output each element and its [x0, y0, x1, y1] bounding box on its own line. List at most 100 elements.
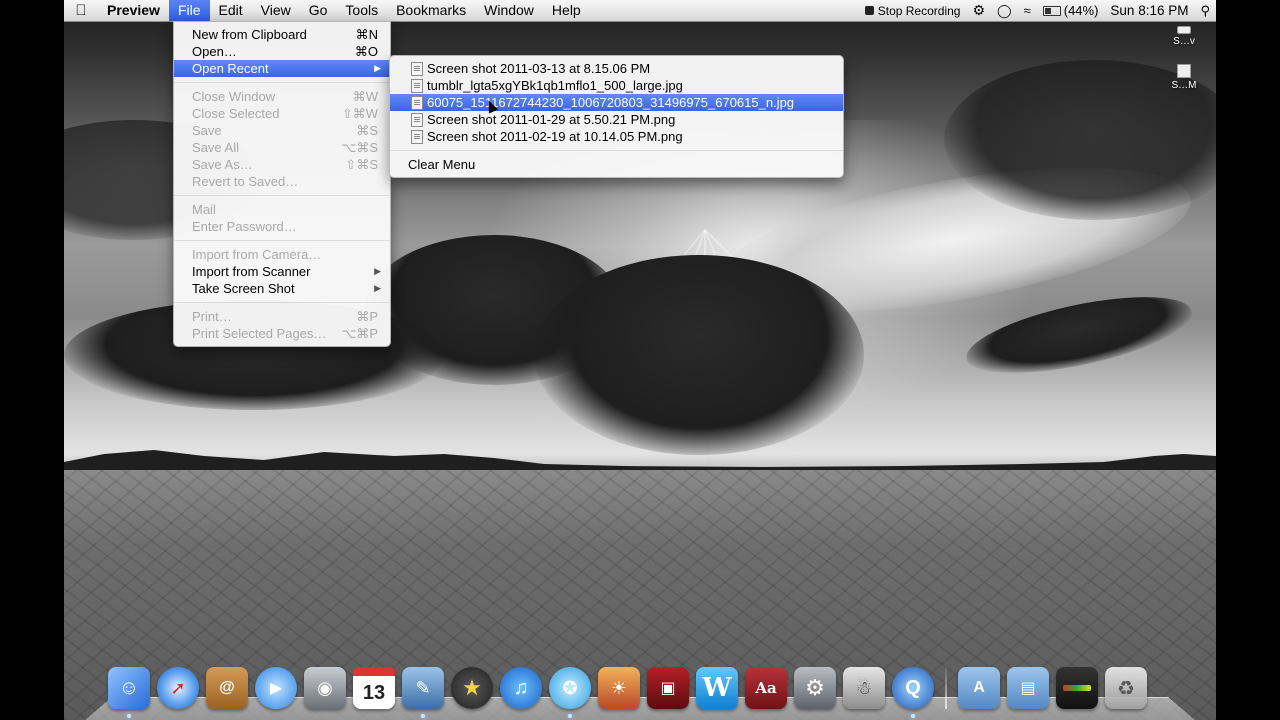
safari-icon[interactable]: ➚ — [157, 667, 199, 709]
desktop-icon-label: S…v — [1173, 36, 1195, 47]
stop-square-icon — [864, 6, 874, 15]
recent-item[interactable]: Screen shot 2011-01-29 at 5.50.21 PM.png — [390, 111, 843, 128]
recent-item[interactable]: tumblr_lgta5xgYBk1qb1mflo1_500_large.jpg — [390, 77, 843, 94]
menu-separator — [174, 195, 390, 196]
menu-item-label: Revert to Saved… — [192, 174, 299, 189]
apple-menu-icon[interactable]:  — [64, 0, 98, 21]
menu-help[interactable]: Help — [543, 0, 590, 21]
wallpaper-cloud — [534, 255, 864, 455]
imovie-icon[interactable]: ★ — [451, 667, 493, 709]
word-icon[interactable]: W — [696, 667, 738, 709]
menu-item-label: Save All — [192, 140, 239, 155]
word-glyph: W — [702, 673, 732, 703]
itunes-icon[interactable]: ♫ — [500, 667, 542, 709]
screen-recorder-icon[interactable]: ✪ — [549, 667, 591, 718]
menu-item-import-scanner[interactable]: Import from Scanner ▶ — [174, 263, 390, 280]
recent-item[interactable]: Screen shot 2011-03-13 at 8.15.06 PM — [390, 60, 843, 77]
menu-item-print-selected: Print Selected Pages… ⌥⌘P — [174, 325, 390, 342]
quicktime-icon[interactable]: Q — [892, 667, 934, 718]
menu-bookmarks[interactable]: Bookmarks — [387, 0, 475, 21]
menu-item-new-from-clipboard[interactable]: New from Clipboard ⌘N — [174, 26, 390, 43]
app-menu-preview[interactable]: Preview — [98, 0, 169, 21]
facetime-icon[interactable]: ◉ — [304, 667, 346, 709]
menu-item-label: Close Selected — [192, 106, 280, 121]
menu-item-label: Print… — [192, 309, 232, 324]
recent-item[interactable]: Screen shot 2011-02-19 at 10.14.05 PM.pn… — [390, 128, 843, 145]
desktop-icon-document[interactable]: S…M — [1162, 64, 1206, 91]
wifi-icon[interactable]: ≈ — [1024, 3, 1031, 18]
address-book-icon[interactable]: @ — [206, 667, 248, 709]
clear-menu-item[interactable]: Clear Menu — [390, 156, 843, 173]
dock-separator — [945, 663, 947, 709]
document-icon — [411, 130, 423, 144]
running-indicator — [568, 714, 572, 718]
clock[interactable]: Sun 8:16 PM — [1110, 3, 1188, 18]
menu-item-label: Open… — [192, 44, 237, 59]
shortcut: ⌘W — [352, 89, 378, 104]
menu-item-label: Print Selected Pages… — [192, 326, 327, 341]
running-indicator — [421, 714, 425, 718]
menu-tools[interactable]: Tools — [336, 0, 387, 21]
document-icon — [1177, 64, 1191, 78]
running-indicator — [127, 714, 131, 718]
menu-item-take-screenshot[interactable]: Take Screen Shot ▶ — [174, 280, 390, 297]
downloads-stack-icon[interactable] — [1056, 667, 1098, 709]
menu-window[interactable]: Window — [475, 0, 543, 21]
shortcut: ⌘S — [356, 123, 378, 138]
system-preferences-icon[interactable]: ⚙ — [794, 667, 836, 709]
submenu-arrow-icon: ▶ — [374, 63, 381, 73]
menu-file[interactable]: File — [168, 0, 210, 21]
menu-item-open-recent[interactable]: Open Recent ▶ — [174, 60, 390, 77]
desktop-icon-disk[interactable]: S…v — [1162, 26, 1206, 47]
photo-booth-icon[interactable]: ▣ — [647, 667, 689, 709]
iphoto-icon[interactable]: ☀ — [598, 667, 640, 709]
disk-icon — [1177, 26, 1191, 34]
menu-item-save-as: Save As… ⇧⌘S — [174, 156, 390, 173]
menu-item-revert: Revert to Saved… — [174, 173, 390, 190]
stop-recording-button[interactable]: Stop Recording — [864, 3, 961, 18]
recent-item-label: 60075_1511672744230_1006720803_31496975_… — [427, 95, 795, 110]
time-machine-icon[interactable]: ⚙ — [972, 2, 985, 19]
trash-icon[interactable]: ♻ — [1105, 667, 1147, 709]
documents-folder-icon[interactable]: ▤ — [1007, 667, 1049, 709]
shortcut: ⇧⌘W — [341, 106, 378, 121]
finder-icon[interactable]: ☺ — [108, 667, 150, 718]
recent-item-label: tumblr_lgta5xgYBk1qb1mflo1_500_large.jpg — [427, 78, 683, 93]
menu-edit[interactable]: Edit — [210, 0, 252, 21]
menu-view[interactable]: View — [252, 0, 300, 21]
applications-folder-icon[interactable]: A — [958, 667, 1000, 709]
image-capture-icon[interactable]: ☃ — [843, 667, 885, 709]
dock: ☺ ➚ @ ▶ ◉ 13 ✎ ★ ♫ ✪ ☀ ▣ W Aa ⚙ ☃ Q A ▤ … — [108, 657, 1147, 718]
ichat-icon[interactable]: ▶ — [255, 667, 297, 709]
menu-item-open[interactable]: Open… ⌘O — [174, 43, 390, 60]
menu-item-import-camera: Import from Camera… — [174, 246, 390, 263]
ical-icon[interactable]: 13 — [353, 667, 395, 709]
submenu-arrow-icon: ▶ — [374, 266, 381, 276]
chat-bubble-icon[interactable]: ◯ — [997, 3, 1012, 19]
running-indicator — [911, 714, 915, 718]
shortcut: ⇧⌘S — [345, 157, 378, 172]
document-icon — [411, 62, 423, 76]
menu-item-label: Take Screen Shot — [192, 281, 295, 296]
submenu-arrow-icon: ▶ — [374, 283, 381, 293]
spotlight-search-icon[interactable]: ⚲ — [1200, 3, 1210, 19]
menu-item-enter-password: Enter Password… — [174, 218, 390, 235]
clear-menu-label: Clear Menu — [408, 157, 476, 172]
desktop:  Preview File Edit View Go Tools Bookma… — [64, 0, 1216, 720]
recent-item-selected[interactable]: 60075_1511672744230_1006720803_31496975_… — [390, 94, 843, 114]
menu-item-label: Close Window — [192, 89, 276, 104]
dictionary-icon[interactable]: Aa — [745, 667, 787, 709]
stop-recording-label: Stop Recording — [877, 3, 961, 18]
file-menu: New from Clipboard ⌘N Open… ⌘O Open Recent… — [173, 21, 391, 347]
shortcut: ⌘O — [354, 44, 378, 59]
menu-extras: Stop Recording ⚙ ◯ ≈ (44%) Sun 8:16 PM ⚲ — [859, 0, 1216, 21]
battery-status[interactable]: (44%) — [1042, 3, 1098, 18]
menu-separator — [174, 82, 390, 83]
menu-go[interactable]: Go — [300, 0, 337, 21]
menu-item-save-all: Save All ⌥⌘S — [174, 139, 390, 156]
desktop-icon-label: S…M — [1171, 80, 1197, 91]
menu-item-label: Mail — [192, 202, 216, 217]
menu-separator — [174, 240, 390, 241]
document-icon — [411, 113, 423, 127]
preview-icon[interactable]: ✎ — [402, 667, 444, 718]
